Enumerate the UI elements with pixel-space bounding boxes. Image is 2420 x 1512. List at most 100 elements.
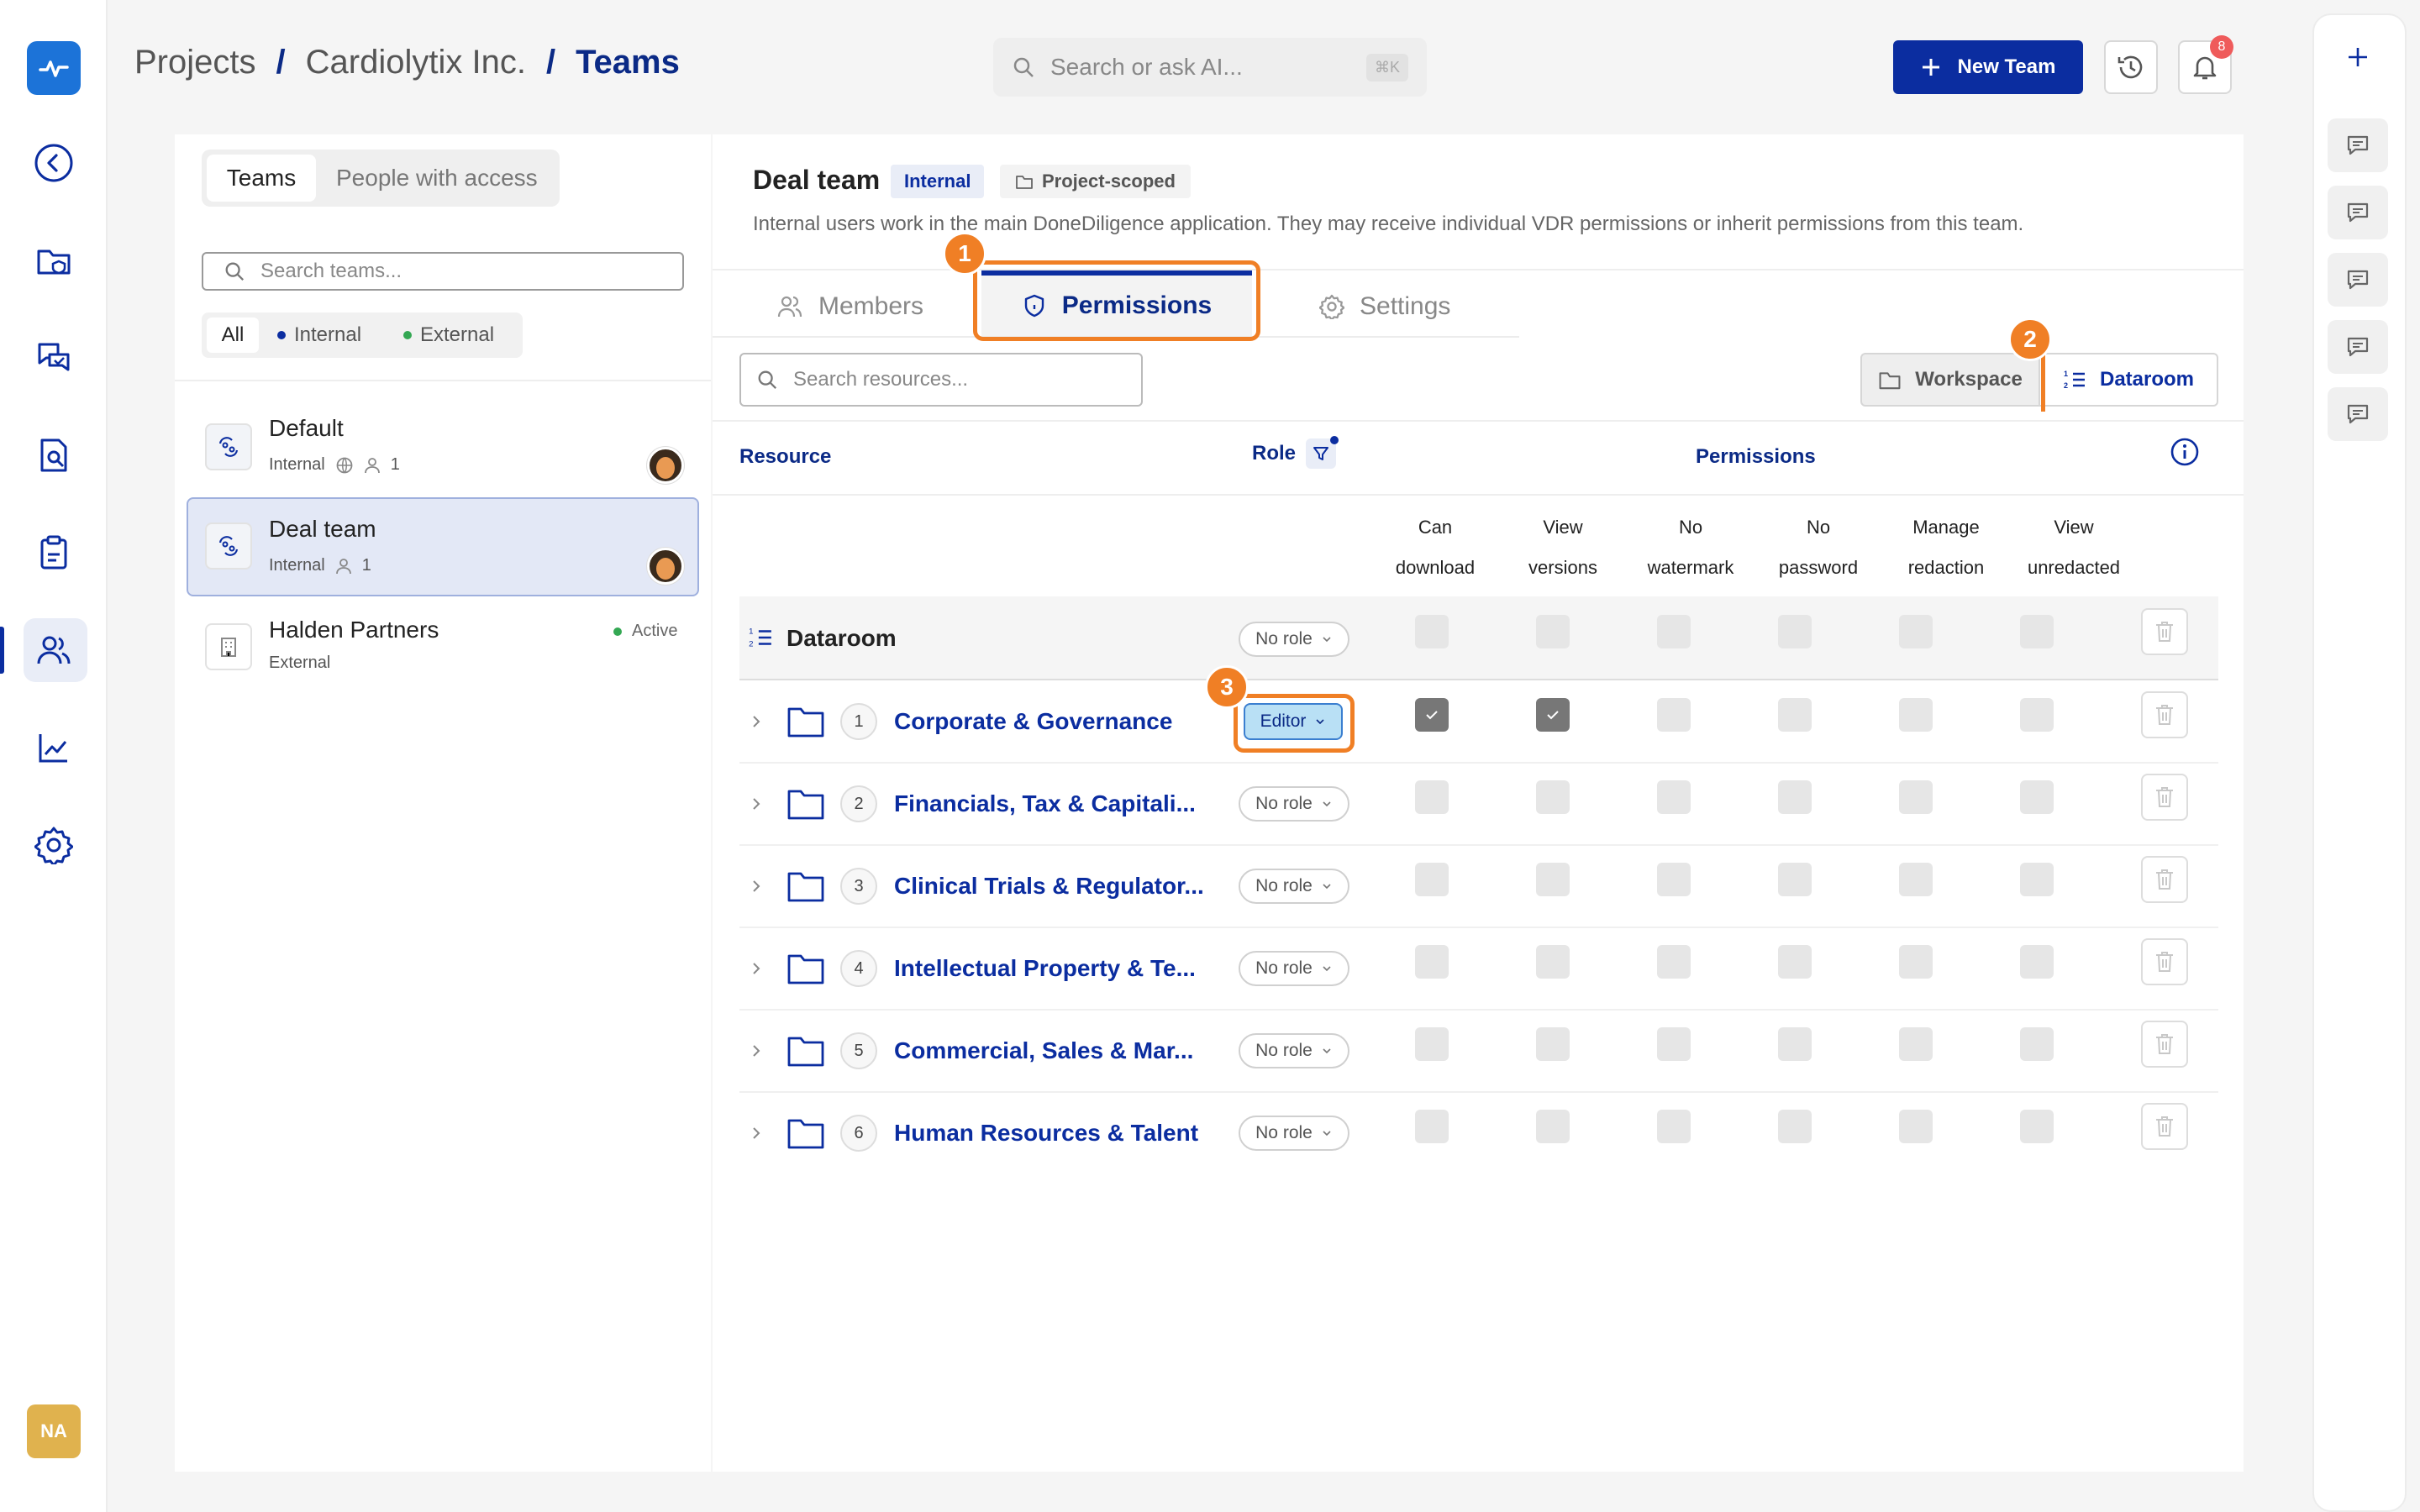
permission-checkbox[interactable] — [1899, 945, 1933, 979]
chevron-right-icon[interactable] — [748, 713, 765, 730]
delete-button[interactable] — [2141, 774, 2188, 821]
permission-checkbox[interactable] — [1536, 863, 1570, 896]
permission-checkbox[interactable] — [1657, 780, 1691, 814]
permission-checkbox[interactable] — [1536, 945, 1570, 979]
resource-name[interactable]: Human Resources & Talent — [894, 1120, 1198, 1147]
role-select[interactable]: No role — [1239, 1033, 1349, 1068]
permission-checkbox[interactable] — [2020, 1027, 2054, 1061]
resource-search-input[interactable]: Search resources... — [739, 353, 1143, 407]
permission-checkbox[interactable] — [1536, 780, 1570, 814]
permission-checkbox[interactable] — [1657, 615, 1691, 648]
permission-checkbox[interactable] — [1899, 615, 1933, 648]
resource-name[interactable]: Corporate & Governance — [894, 708, 1172, 735]
delete-button[interactable] — [2141, 1021, 2188, 1068]
role-filter-button[interactable] — [1306, 436, 1339, 469]
permission-checkbox[interactable] — [1657, 863, 1691, 896]
permission-checkbox[interactable] — [1536, 1027, 1570, 1061]
permission-checkbox[interactable] — [1899, 1027, 1933, 1061]
chevron-right-icon[interactable] — [748, 878, 765, 895]
add-comment-icon[interactable] — [2344, 44, 2371, 71]
permission-checkbox[interactable] — [1778, 698, 1812, 732]
breadcrumb-projects[interactable]: Projects — [134, 44, 256, 81]
chart-line-icon[interactable] — [32, 726, 76, 769]
permission-checkbox[interactable] — [1778, 615, 1812, 648]
comment-thread-button[interactable] — [2328, 118, 2388, 172]
comment-thread-button[interactable] — [2328, 253, 2388, 307]
info-icon[interactable] — [2170, 437, 2200, 467]
permission-checkbox[interactable] — [1415, 1110, 1449, 1143]
history-button[interactable] — [2104, 40, 2158, 94]
document-search-icon[interactable] — [32, 433, 76, 477]
team-item-halden-partners[interactable] — [187, 598, 699, 697]
permission-checkbox[interactable] — [2020, 780, 2054, 814]
team-item-deal-team[interactable] — [187, 497, 699, 596]
clipboard-icon[interactable] — [32, 531, 76, 575]
role-select[interactable]: No role — [1239, 869, 1349, 904]
permission-checkbox[interactable] — [1899, 780, 1933, 814]
global-search-input[interactable]: Search or ask AI... ⌘K — [993, 38, 1427, 97]
app-logo-icon[interactable] — [27, 41, 81, 95]
breadcrumb-company[interactable]: Cardiolytix Inc. — [306, 44, 526, 81]
permission-checkbox[interactable] — [2020, 615, 2054, 648]
resource-name[interactable]: Clinical Trials & Regulator... — [894, 873, 1204, 900]
user-avatar[interactable]: NA — [27, 1404, 81, 1458]
permission-checkbox[interactable] — [1778, 1027, 1812, 1061]
chat-check-icon[interactable] — [32, 336, 76, 380]
team-search-input[interactable]: Search teams... — [202, 252, 684, 291]
resource-name[interactable]: Financials, Tax & Capitali... — [894, 790, 1196, 817]
users-icon[interactable] — [32, 628, 76, 672]
permission-checkbox[interactable] — [1778, 780, 1812, 814]
comment-thread-button[interactable] — [2328, 186, 2388, 239]
tab-people-with-access[interactable]: People with access — [336, 155, 538, 202]
delete-button[interactable] — [2141, 938, 2188, 985]
permission-checkbox[interactable] — [2020, 698, 2054, 732]
chevron-right-icon[interactable] — [748, 1125, 765, 1142]
delete-button[interactable] — [2141, 856, 2188, 903]
permission-checkbox[interactable] — [2020, 863, 2054, 896]
delete-button[interactable] — [2141, 608, 2188, 655]
comment-thread-button[interactable] — [2328, 387, 2388, 441]
role-select[interactable]: No role — [1239, 951, 1349, 986]
permission-checkbox[interactable] — [2020, 945, 2054, 979]
permission-checkbox[interactable] — [1415, 863, 1449, 896]
permission-checkbox[interactable] — [1657, 945, 1691, 979]
chevron-right-icon[interactable] — [748, 795, 765, 812]
gear-icon[interactable] — [32, 823, 76, 867]
role-select[interactable]: No role — [1239, 786, 1349, 822]
permission-checkbox[interactable] — [1899, 863, 1933, 896]
tab-members[interactable]: Members — [776, 277, 923, 336]
permission-checkbox[interactable] — [1778, 945, 1812, 979]
new-team-button[interactable]: New Team — [1893, 40, 2083, 94]
permission-checkbox[interactable] — [1778, 1110, 1812, 1143]
permission-checkbox[interactable] — [1536, 615, 1570, 648]
chevron-right-icon[interactable] — [748, 1042, 765, 1059]
role-select[interactable]: No role — [1239, 1116, 1349, 1151]
role-select[interactable]: No role — [1239, 622, 1349, 657]
permission-checkbox[interactable] — [1415, 945, 1449, 979]
permission-checkbox[interactable] — [1415, 615, 1449, 648]
permission-checkbox[interactable] — [1657, 698, 1691, 732]
permission-checkbox[interactable] — [1536, 1110, 1570, 1143]
permission-checkbox[interactable] — [1778, 863, 1812, 896]
dataroom-scope-button[interactable]: 12 Dataroom — [2040, 353, 2218, 407]
filter-external[interactable]: External — [403, 318, 494, 353]
tab-teams[interactable]: Teams — [207, 155, 316, 202]
filter-internal[interactable]: Internal — [277, 318, 361, 353]
permission-checkbox[interactable] — [1415, 698, 1449, 732]
permission-checkbox[interactable] — [1899, 698, 1933, 732]
resource-name[interactable]: Commercial, Sales & Mar... — [894, 1037, 1193, 1064]
permission-checkbox[interactable] — [1536, 698, 1570, 732]
workspace-scope-button[interactable]: Workspace — [1860, 353, 2040, 407]
permission-checkbox[interactable] — [1899, 1110, 1933, 1143]
delete-button[interactable] — [2141, 691, 2188, 738]
permission-checkbox[interactable] — [1415, 780, 1449, 814]
chevron-right-icon[interactable] — [748, 960, 765, 977]
tab-settings[interactable]: Settings — [1319, 277, 1450, 336]
permission-checkbox[interactable] — [1415, 1027, 1449, 1061]
permission-checkbox[interactable] — [1657, 1027, 1691, 1061]
resource-name[interactable]: Intellectual Property & Te... — [894, 955, 1196, 982]
team-item-default[interactable] — [187, 398, 699, 497]
back-icon[interactable] — [32, 141, 76, 185]
delete-button[interactable] — [2141, 1103, 2188, 1150]
folder-shield-icon[interactable] — [32, 239, 76, 283]
